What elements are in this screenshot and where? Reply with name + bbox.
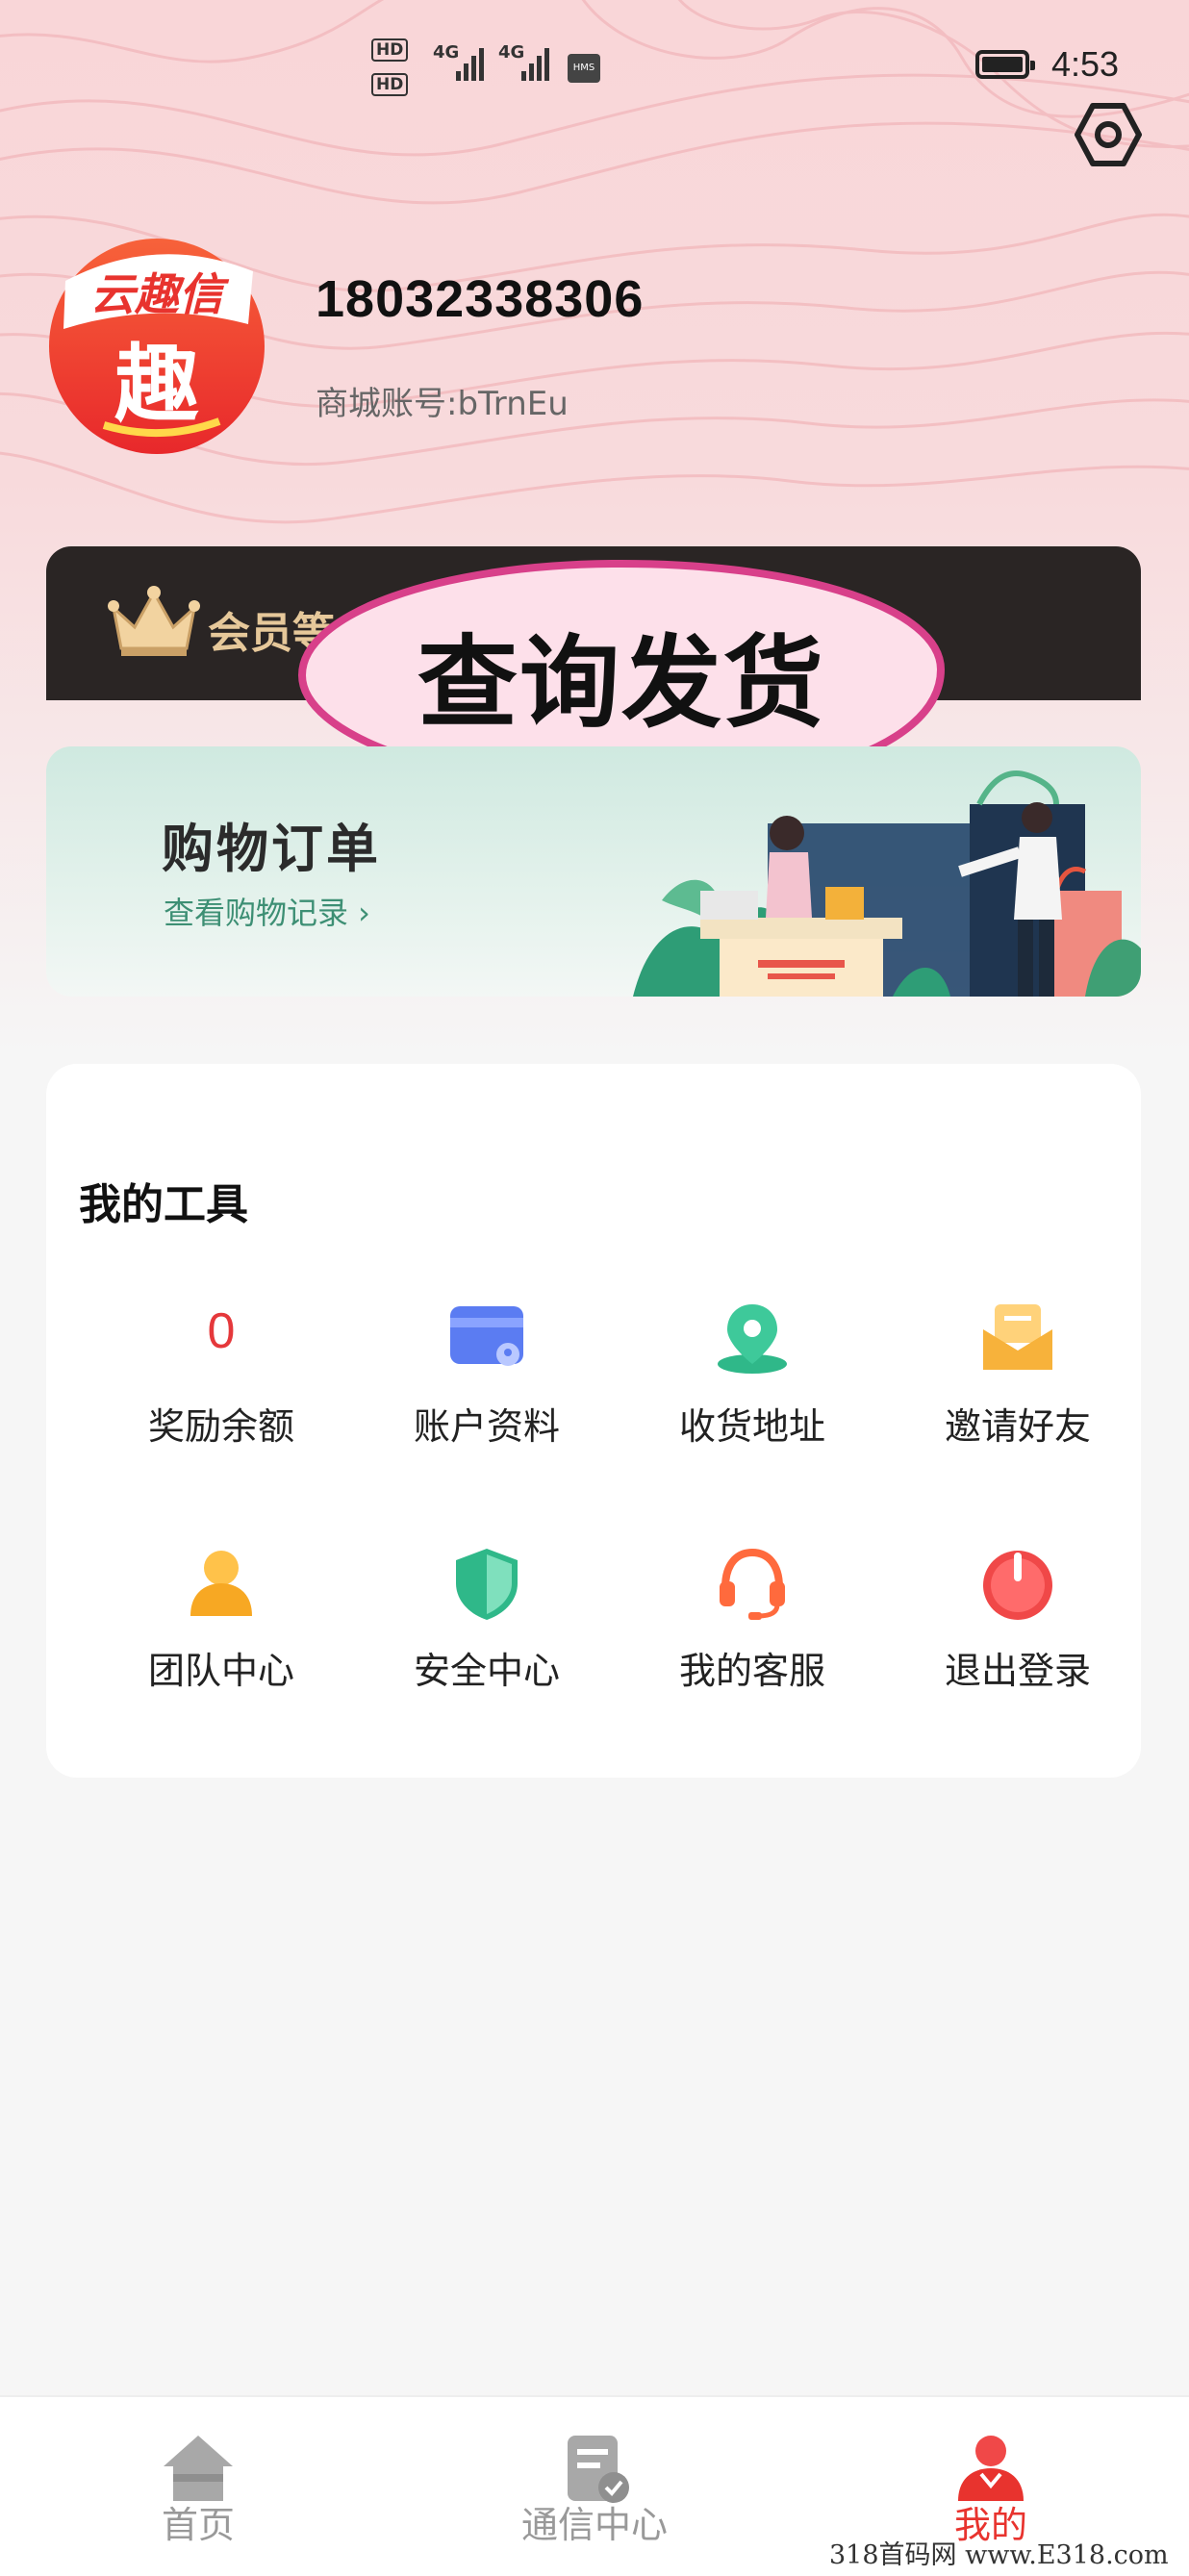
hd-indicator: HD [371, 73, 409, 96]
crown-icon [108, 586, 200, 656]
nav-label: 通信中心 [520, 2504, 668, 2546]
clock: 4:53 [1051, 44, 1120, 84]
settings-gear-icon[interactable] [1074, 100, 1143, 169]
tool-label: 账户资料 [413, 1405, 560, 1448]
bubble-text: 查询发货 [417, 624, 825, 742]
tool-team-center[interactable]: 团队中心 [89, 1545, 354, 1737]
svg-text:云趣信: 云趣信 [90, 268, 230, 320]
avatar[interactable]: 云趣信 趣 [46, 233, 267, 454]
tool-invite-friends[interactable]: 邀请好友 [885, 1301, 1151, 1493]
battery-icon [975, 50, 1035, 79]
user-icon [958, 2436, 1024, 2501]
tool-label: 邀请好友 [944, 1405, 1091, 1448]
signal-icon [456, 48, 484, 81]
tool-customer-service[interactable]: 我的客服 [620, 1545, 885, 1737]
signal-icon [521, 48, 549, 81]
tool-logout[interactable]: 退出登录 [885, 1545, 1151, 1737]
tool-label: 收货地址 [678, 1405, 825, 1448]
document-check-icon [568, 2436, 629, 2503]
nav-communication-center[interactable]: 通信中心 [396, 2397, 793, 2576]
tool-label: 安全中心 [413, 1650, 560, 1692]
home-icon [164, 2436, 233, 2501]
invite-mail-icon [983, 1304, 1052, 1370]
nav-label: 首页 [161, 2504, 235, 2546]
tool-reward-balance[interactable]: 0 奖励余额 [89, 1301, 354, 1493]
view-orders-link[interactable]: 查看购物记录 › [164, 889, 370, 933]
power-icon [983, 1551, 1052, 1620]
nav-home[interactable]: 首页 [0, 2397, 396, 2576]
my-tools-card: 我的工具 0 奖励余额 账户资料 收货地址 邀请好友 团队中心 安全中心 我的客… [46, 1064, 1141, 1778]
tool-label: 团队中心 [147, 1650, 294, 1692]
tool-label: 奖励余额 [147, 1405, 294, 1448]
headset-icon [720, 1548, 785, 1620]
account-card-icon [450, 1306, 523, 1366]
tool-security-center[interactable]: 安全中心 [354, 1545, 620, 1737]
shopping-illustration [633, 770, 1141, 997]
status-bar: HD HD 4G 4G HMS 4:53 [0, 0, 1189, 135]
hms-icon: HMS [568, 54, 600, 83]
mall-account-id: 商城账号:bTrnEu [316, 385, 569, 423]
shopping-orders-card[interactable]: 购物订单 查看购物记录 › [46, 746, 1141, 997]
location-icon [718, 1304, 787, 1374]
tool-shipping-address[interactable]: 收货地址 [620, 1301, 885, 1493]
user-phone: 18032338306 [316, 270, 645, 328]
tool-account-info[interactable]: 账户资料 [354, 1301, 620, 1493]
tool-label: 我的客服 [678, 1650, 825, 1692]
orders-title: 购物订单 [162, 819, 381, 879]
svg-text:趣: 趣 [114, 335, 199, 434]
team-icon [190, 1551, 252, 1616]
tools-title: 我的工具 [79, 1180, 248, 1229]
tool-label: 退出登录 [944, 1650, 1091, 1692]
watermark: 318首码网 www.E318.com [829, 2540, 1169, 2570]
shield-icon [456, 1549, 518, 1620]
hd-indicator: HD [371, 38, 409, 62]
reward-balance-value: 0 [207, 1303, 236, 1359]
